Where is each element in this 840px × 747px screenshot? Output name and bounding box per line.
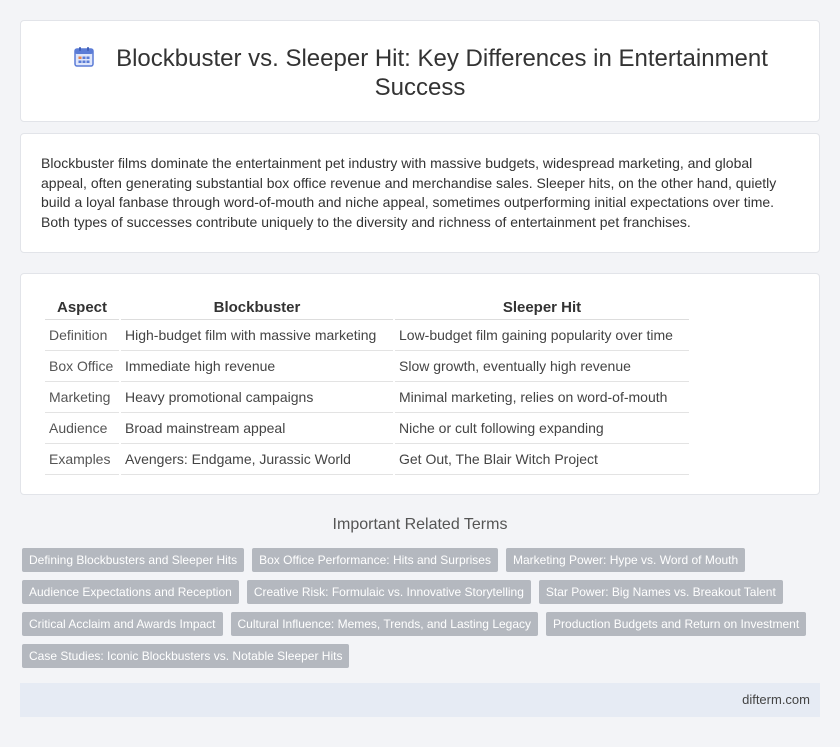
related-term-tag[interactable]: Cultural Influence: Memes, Trends, and L…	[230, 612, 539, 636]
table-row: Box Office Immediate high revenue Slow g…	[45, 351, 689, 382]
aspect-cell: Marketing	[45, 382, 119, 413]
table-row: Definition High-budget film with massive…	[45, 320, 689, 351]
blockbuster-cell: Heavy promotional campaigns	[121, 382, 393, 413]
aspect-cell: Examples	[45, 444, 119, 475]
related-term-tag[interactable]: Creative Risk: Formulaic vs. Innovative …	[246, 580, 531, 604]
related-term-tag[interactable]: Star Power: Big Names vs. Breakout Talen…	[538, 580, 783, 604]
page-title: Blockbuster vs. Sleeper Hit: Key Differe…	[116, 45, 768, 101]
intro-paragraph: Blockbuster films dominate the entertain…	[41, 155, 777, 230]
page-title-wrap: Blockbuster vs. Sleeper Hit: Key Differe…	[21, 44, 819, 102]
sleeper-hit-cell: Niche or cult following expanding	[395, 413, 689, 444]
intro-card: Blockbuster films dominate the entertain…	[20, 133, 820, 253]
aspect-cell: Definition	[45, 320, 119, 351]
aspect-cell: Audience	[45, 413, 119, 444]
blockbuster-cell: High-budget film with massive marketing	[121, 320, 393, 351]
aspect-cell: Box Office	[45, 351, 119, 382]
table-header-row: Aspect Blockbuster Sleeper Hit	[45, 296, 689, 320]
related-term-tag[interactable]: Defining Blockbusters and Sleeper Hits	[22, 548, 245, 572]
related-term-tag[interactable]: Case Studies: Iconic Blockbusters vs. No…	[22, 644, 350, 668]
header-sleeper-hit: Sleeper Hit	[395, 296, 689, 320]
comparison-card: Aspect Blockbuster Sleeper Hit Definitio…	[20, 273, 820, 495]
sleeper-hit-cell: Get Out, The Blair Witch Project	[395, 444, 689, 475]
header-blockbuster: Blockbuster	[121, 296, 393, 320]
sleeper-hit-cell: Low-budget film gaining popularity over …	[395, 320, 689, 351]
table-row: Audience Broad mainstream appeal Niche o…	[45, 413, 689, 444]
sleeper-hit-cell: Slow growth, eventually high revenue	[395, 351, 689, 382]
related-terms-title: Important Related Terms	[332, 516, 508, 533]
footer: difterm.com	[20, 683, 820, 717]
blockbuster-cell: Immediate high revenue	[121, 351, 393, 382]
sleeper-hit-cell: Minimal marketing, relies on word-of-mou…	[395, 382, 689, 413]
calendar-icon	[74, 47, 94, 67]
table-row: Marketing Heavy promotional campaigns Mi…	[45, 382, 689, 413]
related-term-tag[interactable]: Box Office Performance: Hits and Surpris…	[252, 548, 498, 572]
related-term-tag[interactable]: Critical Acclaim and Awards Impact	[22, 612, 223, 636]
related-term-tag[interactable]: Production Budgets and Return on Investm…	[546, 612, 807, 636]
table-row: Examples Avengers: Endgame, Jurassic Wor…	[45, 444, 689, 475]
blockbuster-cell: Broad mainstream appeal	[121, 413, 393, 444]
comparison-table: Aspect Blockbuster Sleeper Hit Definitio…	[43, 296, 691, 475]
related-term-tag[interactable]: Audience Expectations and Reception	[22, 580, 239, 604]
site-link[interactable]: difterm.com	[742, 692, 810, 707]
related-term-tag[interactable]: Marketing Power: Hype vs. Word of Mouth	[505, 548, 746, 572]
header-card: Blockbuster vs. Sleeper Hit: Key Differe…	[20, 20, 820, 122]
blockbuster-cell: Avengers: Endgame, Jurassic World	[121, 444, 393, 475]
related-terms-list: Defining Blockbusters and Sleeper Hits B…	[20, 548, 820, 668]
header-aspect: Aspect	[45, 296, 119, 320]
